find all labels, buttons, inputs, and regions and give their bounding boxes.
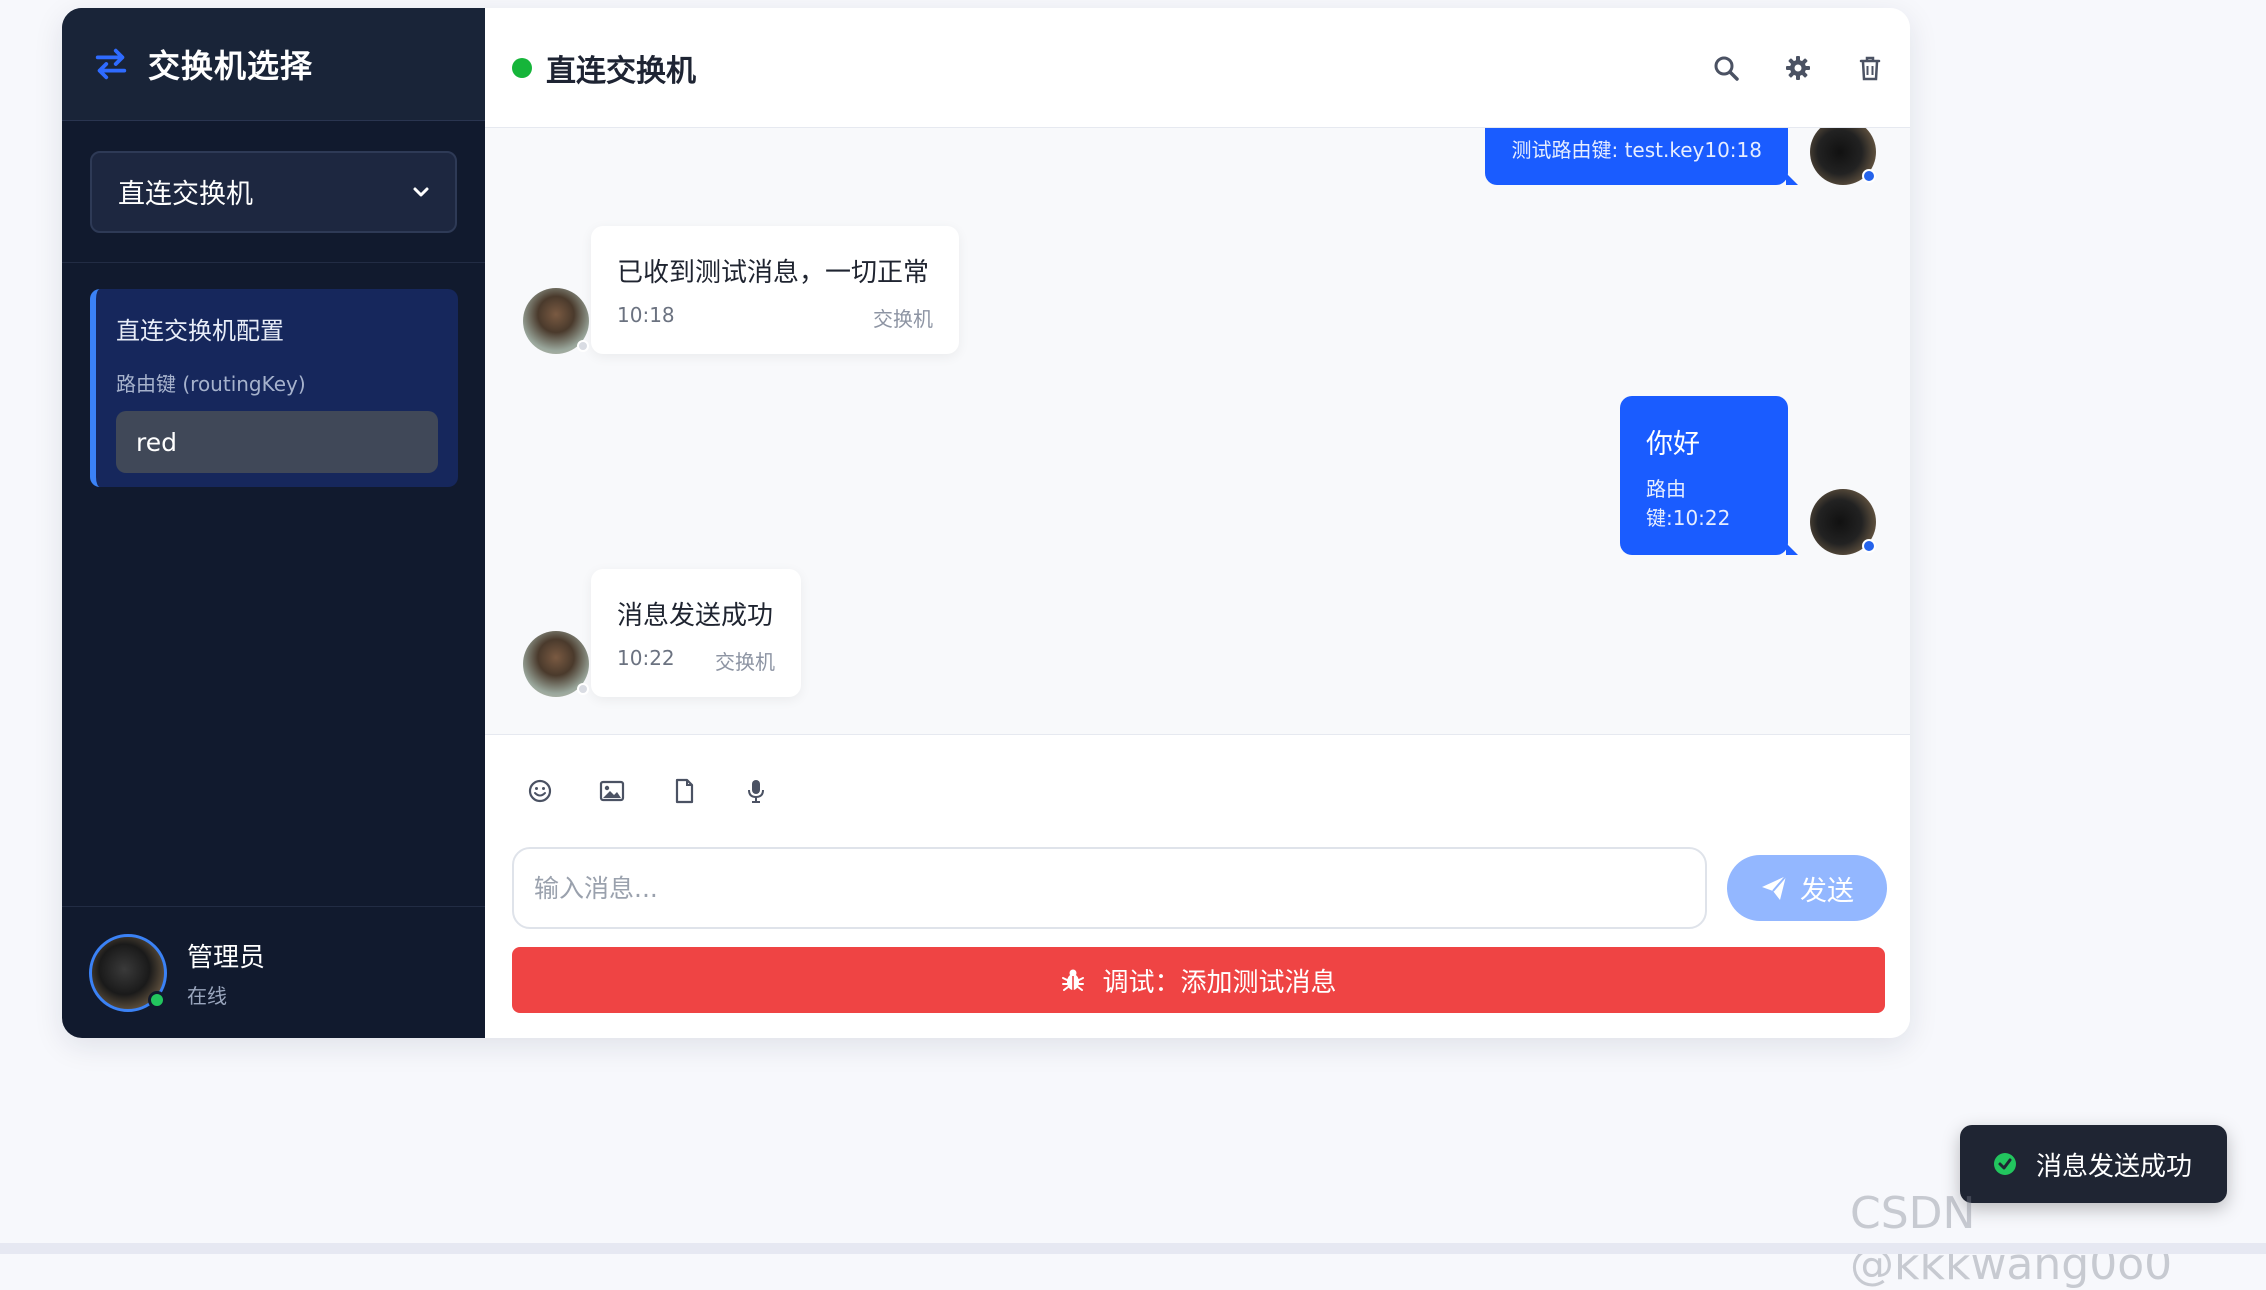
avatar-status-dot xyxy=(1862,169,1876,183)
message-time: 10:18 xyxy=(617,303,675,327)
sender-avatar xyxy=(1810,489,1876,555)
trash-icon[interactable] xyxy=(1856,54,1884,82)
message-text: 你好 xyxy=(1646,429,1700,460)
message-meta: 测试路由键: test.key10:18 xyxy=(1511,138,1762,162)
header-actions xyxy=(1712,54,1884,82)
routing-key-input[interactable]: red xyxy=(116,411,438,473)
sidebar-header: 交换机选择 xyxy=(62,8,485,121)
composer-toolbar xyxy=(512,735,1887,847)
sidebar-title: 交换机选择 xyxy=(148,47,314,85)
incoming-bubble: 消息发送成功 10:22 交换机 xyxy=(591,569,801,697)
message-meta: 路由键:10:22 xyxy=(1646,477,1731,530)
message-row: 已收到测试消息，一切正常 10:18 交换机 xyxy=(523,226,959,354)
sidebar: 交换机选择 直连交换机 直连交换机配置 路由键 (routingKey) red… xyxy=(62,8,485,1038)
message-time: 10:22 xyxy=(617,646,675,670)
gear-icon[interactable] xyxy=(1784,54,1812,82)
chat-title: 直连交换机 xyxy=(546,53,696,89)
message-input[interactable] xyxy=(512,847,1707,929)
exchange-config-card: 直连交换机配置 路由键 (routingKey) red xyxy=(90,289,458,487)
check-circle-icon xyxy=(1994,1153,2016,1175)
message-meta: 10:18 交换机 xyxy=(617,303,933,332)
exchange-avatar xyxy=(523,631,589,697)
file-icon[interactable] xyxy=(670,777,698,805)
user-name: 管理员 xyxy=(187,942,266,973)
avatar-status-dot xyxy=(577,683,589,695)
sender-avatar xyxy=(1810,128,1876,185)
chat-header: 直连交换机 xyxy=(485,8,1910,128)
chat-app: 交换机选择 直连交换机 直连交换机配置 路由键 (routingKey) red… xyxy=(62,8,1910,1038)
message-list[interactable]: 测试路由键: test.key10:18 已收到测试消息，一切正常 10:18 … xyxy=(485,128,1910,734)
message-row: 测试路由键: test.key10:18 xyxy=(1485,128,1876,185)
composer: 发送 调试：添加测试消息 xyxy=(485,734,1910,1038)
message-row: 你好 路由键:10:22 xyxy=(1620,396,1876,555)
avatar-status-dot xyxy=(577,340,589,352)
user-info: 管理员 在线 xyxy=(187,937,265,1009)
message-sender: 交换机 xyxy=(715,650,775,674)
exchange-select-value: 直连交换机 xyxy=(118,179,253,210)
send-label: 发送 xyxy=(1800,875,1854,907)
exchange-select[interactable]: 直连交换机 xyxy=(90,150,457,233)
config-title: 直连交换机配置 xyxy=(116,317,284,345)
send-button[interactable]: 发送 xyxy=(1727,855,1887,921)
bottom-bar xyxy=(0,1243,2266,1254)
connection-status-dot xyxy=(512,57,532,78)
input-row: 发送 xyxy=(512,847,1887,929)
message-meta: 10:22 交换机 xyxy=(617,646,775,675)
exchange-arrows-icon xyxy=(95,48,127,80)
emoji-icon[interactable] xyxy=(526,777,554,805)
microphone-icon[interactable] xyxy=(742,777,770,805)
bug-icon xyxy=(1062,969,1085,991)
online-status-dot xyxy=(148,990,166,1009)
message-text: 已收到测试消息，一切正常 xyxy=(617,258,930,288)
message-sender: 交换机 xyxy=(873,307,933,331)
exchange-select-wrapper: 直连交换机 xyxy=(62,121,485,263)
chevron-down-icon xyxy=(413,187,429,196)
message-text: 消息发送成功 xyxy=(617,601,774,631)
paper-plane-icon xyxy=(1762,875,1787,900)
debug-add-test-message-button[interactable]: 调试：添加测试消息 xyxy=(512,947,1885,1013)
user-avatar[interactable] xyxy=(89,933,167,1012)
chat-main: 直连交换机 测试路由键: test.key10:18 已收到测试消息，一切正常 … xyxy=(485,8,1910,1038)
debug-label: 调试：添加测试消息 xyxy=(1102,967,1337,998)
routing-key-label: 路由键 (routingKey) xyxy=(116,372,306,396)
search-icon[interactable] xyxy=(1712,54,1740,82)
user-panel: 管理员 在线 xyxy=(62,906,485,1038)
watermark: CSDN @kkkwang0o0 xyxy=(1850,1188,2173,1290)
message-row: 消息发送成功 10:22 交换机 xyxy=(523,569,801,697)
user-status: 在线 xyxy=(187,983,227,1008)
image-icon[interactable] xyxy=(598,777,626,805)
outgoing-bubble: 测试路由键: test.key10:18 xyxy=(1485,128,1798,185)
exchange-avatar xyxy=(523,288,589,354)
toast-text: 消息发送成功 xyxy=(2036,1151,2193,1182)
incoming-bubble: 已收到测试消息，一切正常 10:18 交换机 xyxy=(591,226,959,354)
avatar-status-dot xyxy=(1862,539,1876,553)
outgoing-bubble: 你好 路由键:10:22 xyxy=(1620,396,1798,555)
